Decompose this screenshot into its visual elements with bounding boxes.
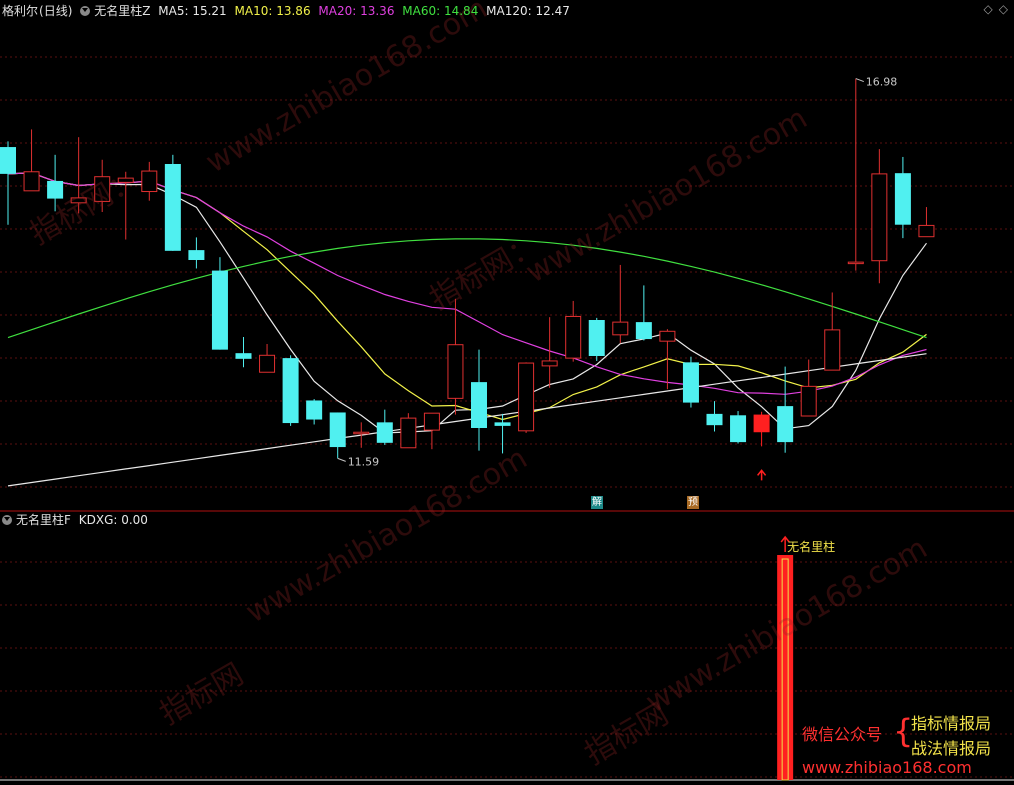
candle-body bbox=[0, 147, 16, 174]
signal-label: 无名里柱 bbox=[787, 539, 835, 554]
ma10-label: MA10: 13.86 bbox=[234, 4, 311, 18]
candlestick-chart[interactable]: 16.98 11.59 无名里柱 bbox=[0, 0, 1014, 785]
promo-url[interactable]: www.zhibiao168.com bbox=[802, 758, 972, 777]
ma10-line bbox=[7, 172, 927, 421]
candle-body bbox=[23, 171, 40, 192]
period-label: (日线) bbox=[39, 4, 73, 18]
event-badge-jie[interactable]: 解 bbox=[591, 496, 603, 509]
candle-body bbox=[824, 329, 841, 371]
candle-body bbox=[259, 354, 276, 373]
candle-body bbox=[494, 422, 511, 426]
candle-body bbox=[94, 176, 111, 202]
ma20-line bbox=[7, 172, 927, 395]
candle-body bbox=[117, 177, 134, 183]
candle-body bbox=[235, 353, 252, 359]
candle-body bbox=[141, 170, 158, 193]
candle-body bbox=[871, 173, 888, 262]
sub-header: 无名里柱F KDXG: 0.00 bbox=[2, 511, 152, 529]
candle-body bbox=[777, 406, 794, 443]
candle-body bbox=[588, 320, 605, 356]
ma60-line bbox=[7, 238, 927, 339]
candle-body bbox=[800, 385, 817, 417]
ma120-label: MA120: 12.47 bbox=[486, 4, 570, 18]
candle-body bbox=[47, 180, 64, 199]
diamond-icon[interactable]: ◇ bbox=[984, 2, 993, 16]
ma20-label: MA20: 13.36 bbox=[318, 4, 395, 18]
kdxg-value: KDXG: 0.00 bbox=[78, 513, 148, 527]
candle-body bbox=[565, 315, 582, 359]
candle-body bbox=[188, 250, 205, 260]
max-price-leader bbox=[855, 78, 864, 83]
min-price-label: 11.59 bbox=[348, 455, 380, 468]
candle-body bbox=[423, 412, 440, 431]
indicator-menu-icon[interactable] bbox=[80, 6, 91, 16]
ma60-label: MA60: 14.84 bbox=[402, 4, 479, 18]
promo-wechat: 微信公众号 bbox=[802, 725, 883, 744]
candle-body bbox=[376, 422, 393, 443]
promo-line2: 战法情报局 bbox=[911, 739, 992, 758]
diamond-icon[interactable]: ◇ bbox=[999, 2, 1008, 16]
candle-body bbox=[659, 330, 676, 342]
candle-body bbox=[306, 400, 323, 420]
candle-body bbox=[211, 270, 228, 350]
event-badge-yu[interactable]: 预 bbox=[687, 496, 699, 509]
main-header: 格利尔(日线) 无名里柱Z MA5: 15.21 MA10: 13.86 MA2… bbox=[2, 2, 574, 20]
candle-body bbox=[471, 382, 487, 428]
candle-body bbox=[70, 197, 87, 204]
candle-body bbox=[847, 261, 864, 265]
candle-body bbox=[541, 360, 558, 367]
grid-lines bbox=[0, 56, 1014, 778]
signal-bar bbox=[777, 555, 794, 780]
signal-arrow bbox=[757, 469, 767, 481]
candle-body bbox=[353, 431, 370, 435]
candle-body bbox=[518, 362, 535, 432]
window-controls: ◇ ◇ bbox=[978, 2, 1008, 16]
stock-name: 格利尔 bbox=[2, 4, 39, 18]
candle-body bbox=[164, 164, 181, 251]
max-price-label: 16.98 bbox=[866, 76, 898, 89]
price-annotations: 16.98 11.59 bbox=[337, 76, 898, 481]
candle-body bbox=[635, 322, 652, 340]
promo-line1: 指标情报局 bbox=[911, 714, 992, 733]
candle-body bbox=[447, 344, 464, 399]
candle-body bbox=[282, 358, 299, 424]
candle-body bbox=[329, 412, 346, 448]
min-price-leader bbox=[337, 457, 346, 462]
candle-body bbox=[894, 173, 911, 225]
candle-body bbox=[706, 413, 723, 426]
sub-indicator-name[interactable]: 无名里柱F bbox=[16, 513, 71, 527]
candle-body bbox=[918, 224, 935, 238]
candle-body bbox=[753, 414, 770, 433]
candle-body bbox=[400, 417, 417, 449]
ma5-label: MA5: 15.21 bbox=[158, 4, 227, 18]
candle-body bbox=[612, 321, 629, 336]
indicator-menu-icon[interactable] bbox=[2, 515, 12, 525]
indicator-name[interactable]: 无名里柱Z bbox=[94, 4, 150, 18]
candle-body bbox=[682, 362, 699, 403]
candle-body bbox=[730, 415, 747, 443]
